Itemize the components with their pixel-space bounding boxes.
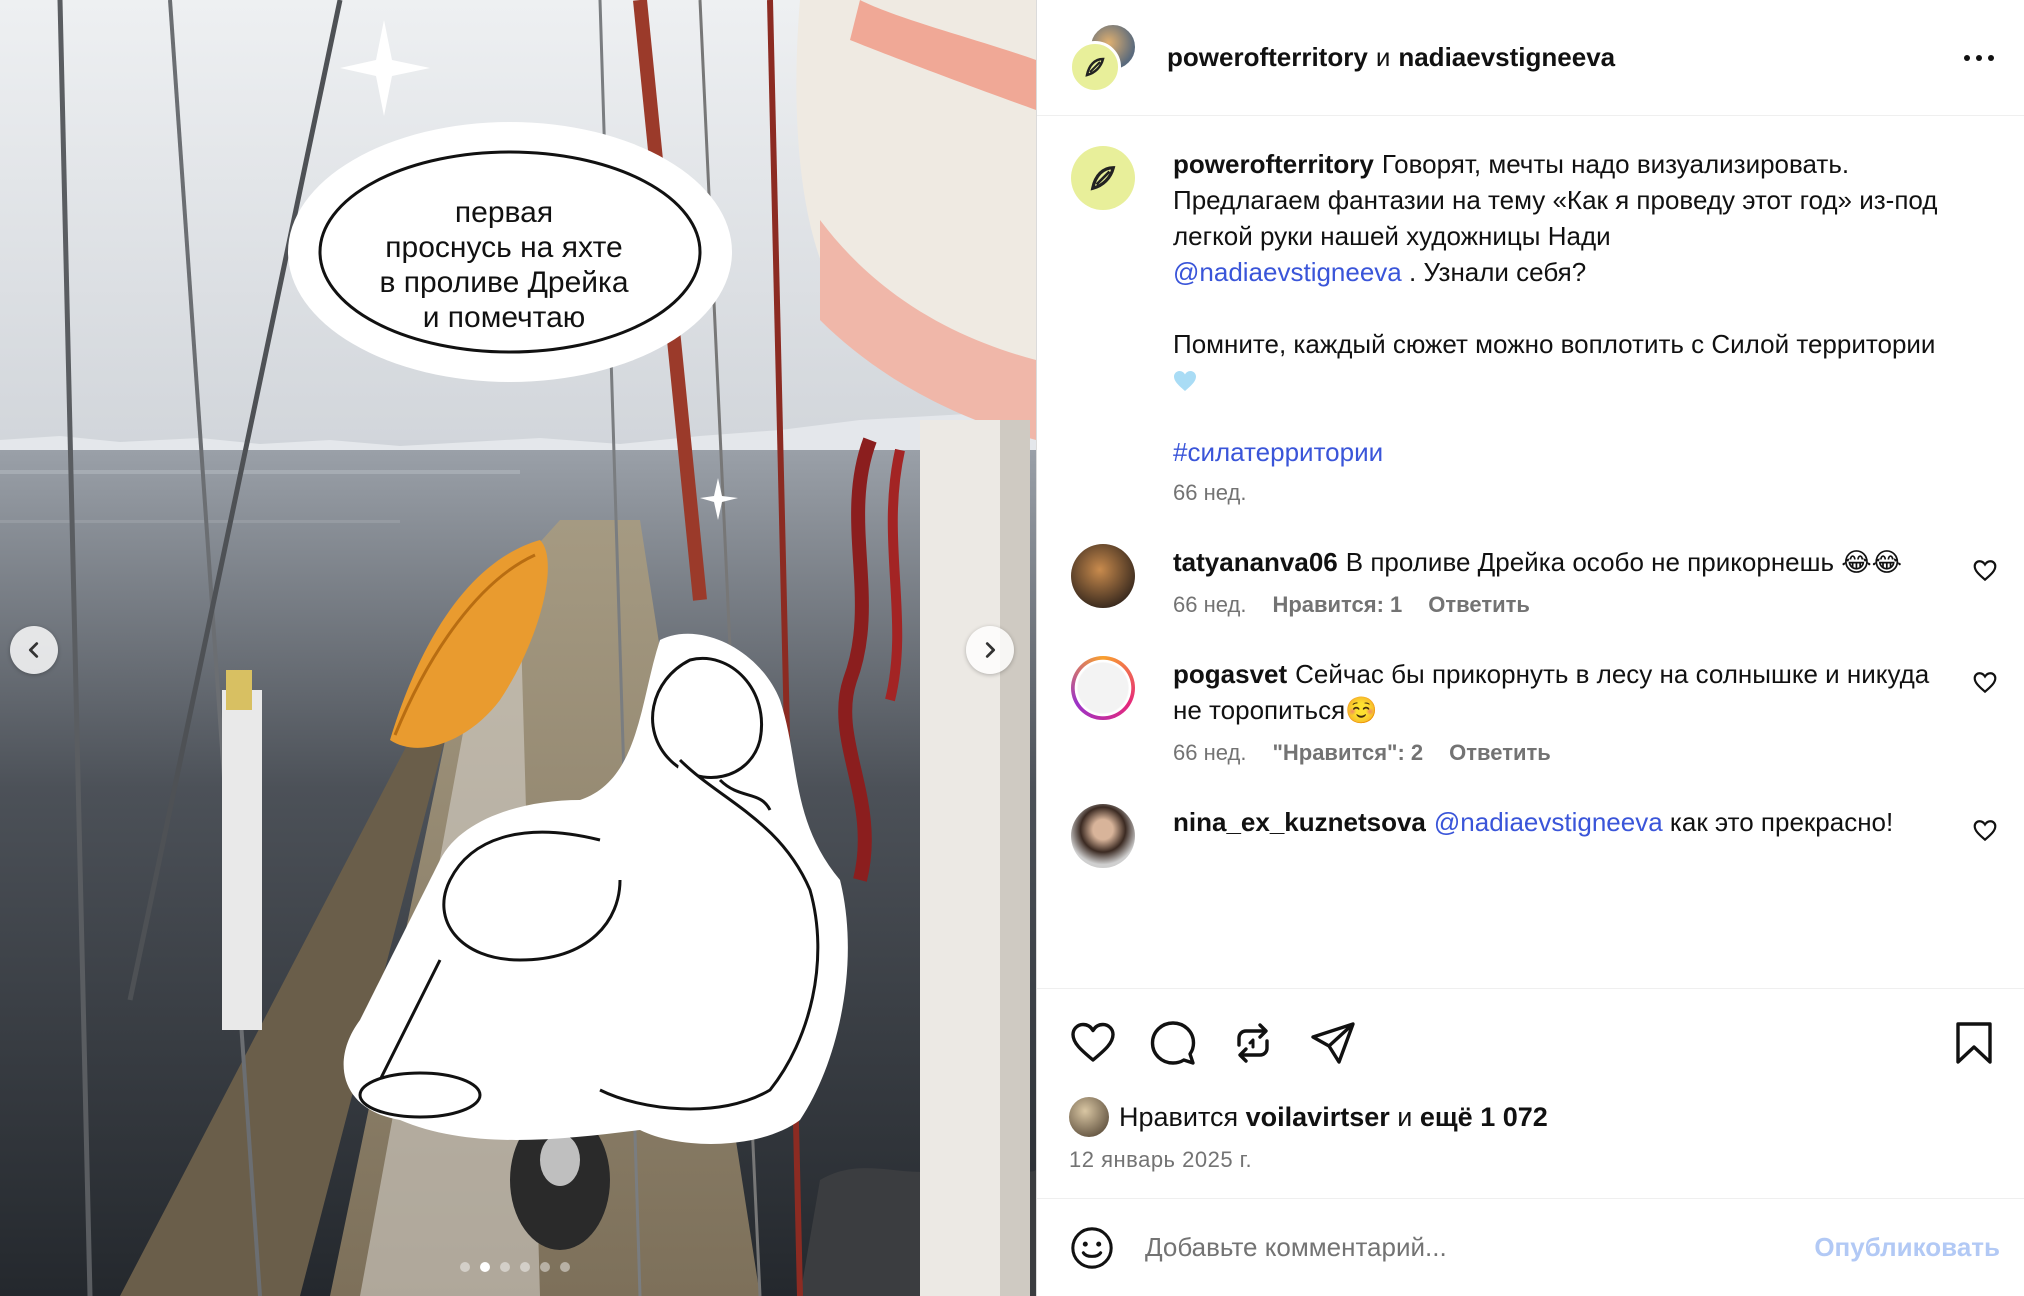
caption-paragraph: Помните, каждый сюжет можно воплотить с …: [1173, 326, 1956, 398]
comment-bar: Опубликовать: [1037, 1198, 2024, 1296]
post-date[interactable]: 12 январь 2025 г.: [1069, 1147, 1998, 1173]
mention-link[interactable]: @nadiaevstigneeva: [1434, 807, 1663, 837]
comment-text: В проливе Дрейка особо не прикорнешь 😂😂: [1345, 547, 1903, 577]
comment-icon[interactable]: [1149, 1019, 1197, 1067]
post-comment-button[interactable]: Опубликовать: [1814, 1232, 2000, 1263]
comment-likes[interactable]: "Нравится": 2: [1272, 740, 1423, 766]
heart-icon[interactable]: [1972, 818, 1998, 844]
avatar[interactable]: [1071, 656, 1135, 720]
authors-joiner: и: [1375, 42, 1391, 72]
post-authors: powerofterritory и nadiaevstigneeva: [1167, 42, 1615, 73]
post-media[interactable]: первая проснусь на яхте в проливе Дрейка…: [0, 0, 1036, 1296]
caption-username[interactable]: powerofterritory: [1173, 149, 1374, 179]
avatar[interactable]: [1071, 544, 1135, 608]
likes-joiner: и: [1397, 1101, 1413, 1132]
carousel-prev-button[interactable]: [10, 626, 58, 674]
blue-heart-icon: [1174, 371, 1196, 391]
post-panel: powerofterritory и nadiaevstigneeva powero…: [1036, 0, 2024, 1296]
comment-text: как это прекрасно!: [1669, 807, 1894, 837]
caption-body-end: . Узнали себя?: [1409, 257, 1587, 287]
carousel-dot: [540, 1262, 550, 1272]
comments-list[interactable]: powerofterritory Говорят, мечты надо визу…: [1037, 116, 2024, 988]
comment-time[interactable]: 66 нед.: [1173, 592, 1246, 618]
carousel-dot: [560, 1262, 570, 1272]
brand-logo-icon: [1069, 40, 1121, 93]
collab-avatars[interactable]: [1069, 22, 1139, 93]
caption: powerofterritory Говорят, мечты надо визу…: [1071, 146, 2000, 506]
likes-count[interactable]: ещё 1 072: [1420, 1102, 1548, 1133]
author-link[interactable]: powerofterritory: [1167, 42, 1368, 72]
send-icon[interactable]: [1309, 1019, 1357, 1067]
carousel-dot: [480, 1262, 490, 1272]
carousel-next-button[interactable]: [966, 626, 1014, 674]
likes-prefix: Нравится: [1119, 1101, 1239, 1132]
avatar[interactable]: [1071, 804, 1135, 868]
hashtag-link[interactable]: #силатерритории: [1173, 437, 1383, 467]
more-options-button[interactable]: [1964, 54, 1994, 61]
avatar[interactable]: [1071, 146, 1135, 210]
speech-bubble-text: первая проснусь на яхте в проливе Дрейка…: [379, 196, 629, 334]
heart-icon[interactable]: [1069, 1019, 1117, 1067]
chevron-right-icon: [985, 642, 996, 658]
more-horizontal-icon: [1964, 54, 1970, 61]
heart-icon[interactable]: [1972, 670, 1998, 696]
reply-button[interactable]: Ответить: [1449, 740, 1551, 766]
bookmark-icon[interactable]: [1950, 1019, 1998, 1067]
comment-username[interactable]: nina_ex_kuznetsova: [1173, 807, 1426, 837]
heart-icon[interactable]: [1972, 558, 1998, 584]
carousel-dot: [500, 1262, 510, 1272]
comment-username[interactable]: tatyananva06: [1173, 547, 1338, 577]
likes-summary[interactable]: Нравится voilavirtser и ещё 1 072: [1069, 1097, 1998, 1137]
carousel-dot: [460, 1262, 470, 1272]
brand-logo-icon: [1090, 166, 1116, 191]
post-actions: Нравится voilavirtser и ещё 1 072 12 янв…: [1037, 988, 2024, 1198]
comment-username[interactable]: pogasvet: [1173, 659, 1287, 689]
caption-paragraph-text: Помните, каждый сюжет можно воплотить с …: [1173, 329, 1936, 359]
comment: pogasvet Сейчас бы прикорнуть в лесу на с…: [1071, 656, 2000, 766]
comment-time[interactable]: 66 нед.: [1173, 740, 1246, 766]
post-dialog: первая проснусь на яхте в проливе Дрейка…: [0, 0, 2024, 1296]
more-horizontal-icon-dot: [1988, 54, 1994, 61]
carousel-dot: [520, 1262, 530, 1272]
comment: tatyananva06 В проливе Дрейка особо не пр…: [1071, 544, 2000, 618]
comment-likes[interactable]: Нравится: 1: [1272, 592, 1402, 618]
caption-time[interactable]: 66 нед.: [1173, 480, 1246, 506]
reply-button[interactable]: Ответить: [1428, 592, 1530, 618]
mention-link[interactable]: @nadiaevstigneeva: [1173, 257, 1402, 287]
author-link[interactable]: nadiaevstigneeva: [1398, 42, 1615, 72]
repost-icon[interactable]: [1229, 1019, 1277, 1067]
chevron-left-icon: [28, 642, 39, 658]
comment-input[interactable]: [1145, 1232, 1815, 1263]
comment: nina_ex_kuznetsova @nadiaevstigneeva как …: [1071, 804, 2000, 868]
smiley-icon[interactable]: [1069, 1225, 1115, 1271]
liker-username[interactable]: voilavirtser: [1246, 1102, 1390, 1133]
avatar: [1069, 1097, 1109, 1137]
more-horizontal-icon-dot: [1976, 54, 1982, 61]
post-header: powerofterritory и nadiaevstigneeva: [1037, 0, 2024, 116]
carousel-dots: [460, 1262, 570, 1272]
caption-text: powerofterritory Говорят, мечты надо визу…: [1173, 146, 1956, 290]
